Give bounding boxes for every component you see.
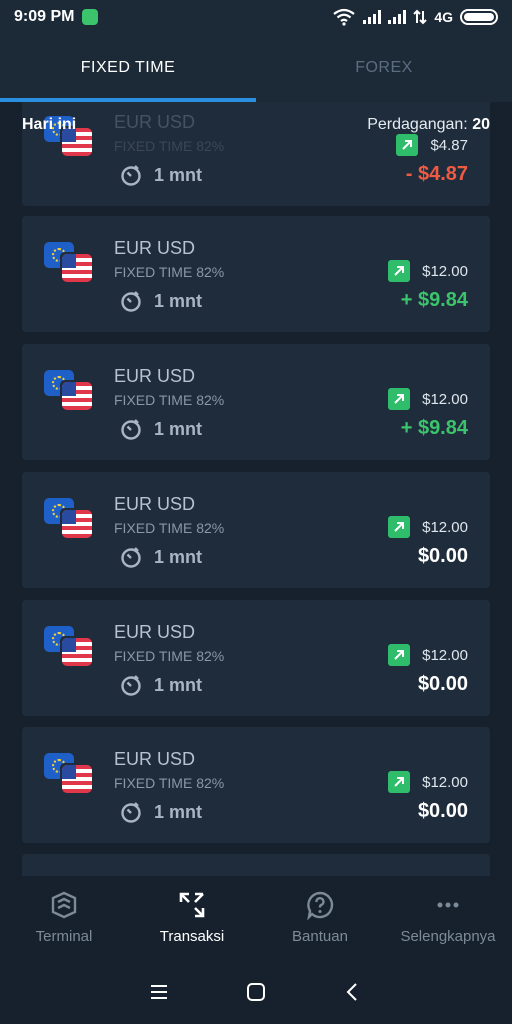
trade-result: $0.00: [417, 545, 468, 567]
arrow-up-right-icon: [388, 260, 411, 282]
today-label: Hari ini: [22, 116, 77, 133]
trade-pair: EUR USD: [114, 366, 196, 386]
network-type: 4G: [434, 9, 453, 25]
status-bar: 9:09 PM 4G: [0, 0, 512, 34]
trade-card[interactable]: EUR USD FIXED TIME 82% 1 mnt $12.00 $0.0…: [22, 472, 490, 588]
trade-result: $0.00: [417, 800, 468, 822]
more-icon: [437, 902, 459, 908]
trade-amount: $12.00: [422, 773, 468, 791]
trade-amount: $12.00: [422, 518, 468, 536]
signal-icon: [388, 10, 407, 24]
trade-mode: FIXED TIME 82%: [114, 392, 225, 408]
trades-count-wrap: Perdagangan: 20: [367, 116, 490, 134]
bottom-nav: Terminal Transaksi Bantuan Selengkapnya: [0, 876, 512, 960]
trade-card[interactable]: EUR USD FIXED TIME 82% 1 mnt $12.00 $0.0…: [22, 600, 490, 716]
trade-duration: 1 mnt: [120, 290, 202, 312]
eur-usd-flags-icon: [44, 370, 92, 410]
trade-mode: FIXED TIME 82%: [114, 264, 225, 280]
trade-card[interactable]: EUR USD FIXED TIME 82% 1 mnt $12.00 + $9…: [22, 216, 490, 332]
status-time: 9:09 PM: [14, 8, 75, 25]
screen: 9:09 PM 4G FIXED TIME FOREX Hari ini Per…: [0, 0, 512, 1024]
trade-amount-row: $12.00: [388, 516, 468, 538]
trade-mode: FIXED TIME 82%: [114, 648, 225, 664]
trade-amount-row: $12.00: [388, 771, 468, 793]
nav-label: Transaksi: [159, 928, 225, 945]
data-arrows-icon: [413, 9, 428, 25]
home-icon[interactable]: [245, 981, 267, 1003]
status-icons: 4G: [332, 8, 498, 26]
arrow-up-right-icon: [388, 771, 411, 793]
trades-label: Perdagangan:: [367, 116, 473, 133]
trade-duration: 1 mnt: [120, 546, 202, 568]
nav-terminal[interactable]: Terminal: [0, 876, 128, 960]
trade-result: $0.00: [417, 673, 468, 695]
wifi-icon: [333, 8, 355, 26]
duration-label: 1 mnt: [154, 674, 203, 695]
duration-label: 1 mnt: [154, 290, 203, 311]
tab-forex[interactable]: FOREX: [256, 34, 512, 102]
trade-amount: $12.00: [422, 262, 468, 280]
arrow-up-right-icon: [388, 388, 411, 410]
duration-label: 1 mnt: [154, 164, 203, 185]
eur-usd-flags-icon: [44, 753, 92, 793]
arrow-up-right-icon: [388, 644, 411, 666]
trades-count: 20: [472, 116, 490, 133]
system-nav-bar: [0, 960, 512, 1024]
trade-pair: EUR USD: [114, 749, 196, 769]
nav-label: Bantuan: [292, 928, 348, 945]
timer-icon: [121, 675, 141, 696]
trade-amount: $12.00: [422, 646, 468, 664]
trade-result: - $4.87: [405, 163, 468, 185]
menu-icon[interactable]: [148, 981, 170, 1003]
arrow-up-right-icon: [388, 516, 411, 538]
eur-usd-flags-icon: [44, 626, 92, 666]
battery-icon: [460, 9, 498, 25]
trade-result: + $9.84: [400, 289, 468, 311]
signal-icon: [363, 10, 382, 24]
trade-duration: 1 mnt: [120, 164, 202, 186]
trade-card[interactable]: EUR USD FIXED TIME 82% 1 mnt $12.00 $0.0…: [22, 727, 490, 843]
app-notification-icon: [82, 9, 99, 25]
trade-amount-row: $12.00: [388, 644, 468, 666]
trade-amount-row: $12.00: [388, 260, 468, 282]
duration-label: 1 mnt: [154, 418, 203, 439]
timer-icon: [121, 547, 141, 568]
timer-icon: [121, 802, 141, 823]
transactions-icon: [179, 892, 205, 918]
eur-usd-flags-icon: [44, 242, 92, 282]
trade-mode: FIXED TIME 82%: [114, 520, 225, 536]
nav-bantuan[interactable]: Bantuan: [256, 876, 384, 960]
terminal-icon: [51, 891, 77, 919]
trade-mode: FIXED TIME 82%: [114, 775, 225, 791]
nav-selengkapnya[interactable]: Selengkapnya: [384, 876, 512, 960]
trade-duration: 1 mnt: [120, 418, 202, 440]
trade-result: + $9.84: [400, 417, 468, 439]
trade-amount: $12.00: [422, 390, 468, 408]
help-icon: [307, 891, 334, 920]
timer-icon: [121, 165, 141, 186]
eur-usd-flags-icon: [44, 498, 92, 538]
tab-bar: FIXED TIME FOREX: [0, 34, 512, 102]
timer-icon: [121, 419, 141, 440]
trade-duration: 1 mnt: [120, 674, 202, 696]
back-icon[interactable]: [342, 981, 364, 1003]
trade-pair: EUR USD: [114, 622, 196, 642]
nav-label: Terminal: [35, 928, 93, 945]
trade-duration: 1 mnt: [120, 801, 202, 823]
duration-label: 1 mnt: [154, 546, 203, 567]
nav-transaksi[interactable]: Transaksi: [128, 876, 256, 960]
trade-amount-row: $12.00: [388, 388, 468, 410]
trade-pair: EUR USD: [114, 238, 196, 258]
nav-label: Selengkapnya: [400, 928, 496, 945]
trade-card[interactable]: EUR USD FIXED TIME 82% 1 mnt $12.00 + $9…: [22, 344, 490, 460]
tab-fixed-time[interactable]: FIXED TIME: [0, 34, 256, 102]
timer-icon: [121, 291, 141, 312]
trades-summary: Hari ini Perdagangan: 20: [0, 108, 512, 142]
trade-pair: EUR USD: [114, 494, 196, 514]
duration-label: 1 mnt: [154, 801, 203, 822]
